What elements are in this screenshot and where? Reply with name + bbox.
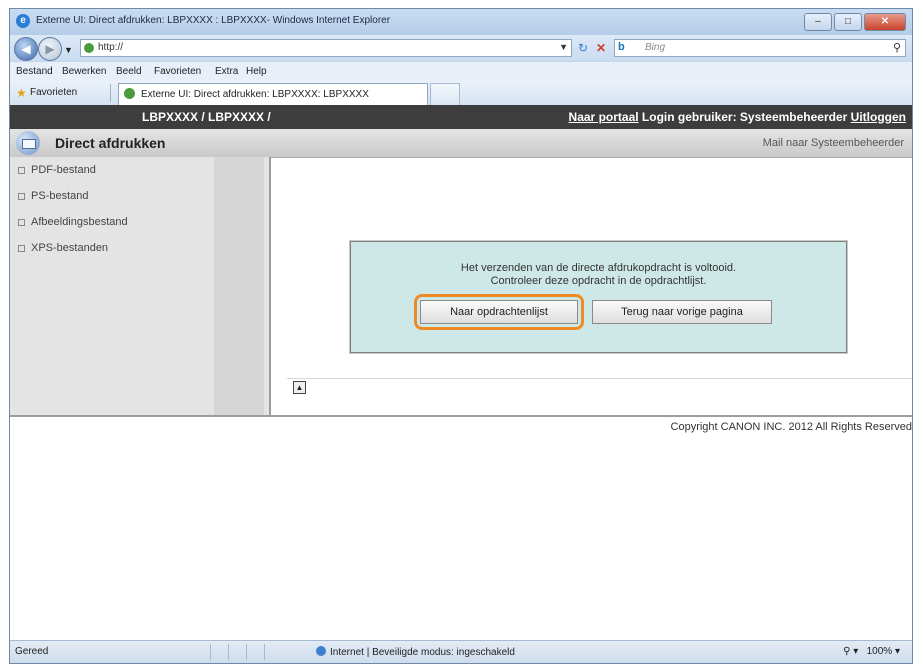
- page-content: LBPXXXX / LBPXXXX / Naar portaal Login g…: [10, 105, 912, 643]
- minimize-button[interactable]: –: [804, 13, 832, 31]
- section-header: Direct afdrukken Mail naar Systeembeheer…: [10, 129, 912, 158]
- tab-page-icon: [124, 88, 135, 99]
- direct-print-icon: [16, 131, 40, 155]
- sidebar-item-pdf[interactable]: PDF-bestand: [18, 164, 96, 176]
- zoom-control[interactable]: ⚲ ▾ 100% ▾: [843, 646, 900, 657]
- menu-help[interactable]: Help: [246, 66, 267, 77]
- bullet-icon: [18, 166, 25, 174]
- login-info: Login gebruiker: Systeembeheerder: [641, 110, 848, 124]
- zoom-level: 100%: [866, 646, 893, 657]
- header-right: Naar portaal Login gebruiker: Systeembeh…: [569, 110, 906, 124]
- status-text: Gereed: [15, 646, 49, 657]
- search-box[interactable]: b Bing ⚲: [614, 39, 906, 57]
- toolbar-divider: [110, 84, 111, 102]
- security-zone[interactable]: Internet | Beveiligde modus: ingeschakel…: [316, 646, 515, 658]
- menu-bewerken[interactable]: Bewerken: [62, 66, 106, 77]
- browser-window: e Externe UI: Direct afdrukken: LBPXXXX …: [9, 8, 913, 664]
- window-controls: – □ ✕: [804, 13, 906, 31]
- page-title: Direct afdrukken: [55, 135, 166, 151]
- sidebar-item-xps[interactable]: XPS-bestanden: [18, 242, 108, 254]
- address-text: http://: [98, 42, 124, 53]
- title-bar: e Externe UI: Direct afdrukken: LBPXXXX …: [10, 9, 912, 35]
- bullet-icon: [18, 244, 25, 252]
- search-icon[interactable]: ⚲: [893, 41, 901, 54]
- favorites-star-icon[interactable]: ★: [16, 86, 27, 100]
- bing-logo-icon: b: [618, 41, 625, 53]
- layout-divider: [10, 415, 912, 417]
- completion-dialog: Het verzenden van de directe afdrukopdra…: [349, 240, 848, 354]
- browser-tab-active[interactable]: Externe UI: Direct afdrukken: LBPXXXX: L…: [118, 83, 428, 105]
- mail-admin-link[interactable]: Mail naar Systeembeheerder: [763, 137, 904, 149]
- bullet-icon: [18, 218, 25, 226]
- menu-extra[interactable]: Extra: [215, 66, 238, 77]
- address-dropdown-icon[interactable]: ▼: [559, 42, 568, 52]
- menu-bar: Bestand Bewerken Beeld Favorieten Extra …: [10, 61, 912, 83]
- page-icon: [84, 43, 94, 53]
- sidebar-item-label: XPS-bestanden: [31, 242, 109, 254]
- message-line-1: Het verzenden van de directe afdrukopdra…: [460, 262, 737, 274]
- stop-icon[interactable]: ✕: [596, 41, 606, 55]
- history-dropdown-icon[interactable]: ▼: [64, 43, 73, 57]
- device-name: LBPXXXX / LBPXXXX /: [142, 110, 271, 124]
- status-panes: [210, 644, 300, 660]
- portal-link[interactable]: Naar portaal: [569, 110, 639, 124]
- bullet-icon: [18, 192, 25, 200]
- new-tab-button[interactable]: [430, 83, 460, 105]
- top-navigation: LBPXXXX / LBPXXXX / Naar portaal Login g…: [10, 105, 912, 129]
- menu-bestand[interactable]: Bestand: [16, 66, 53, 77]
- zone-text: Internet | Beveiligde modus: ingeschakel…: [330, 647, 515, 658]
- sidebar-stripe: [214, 157, 264, 415]
- close-button[interactable]: ✕: [864, 13, 906, 31]
- scroll-top-icon[interactable]: ▲: [293, 381, 306, 394]
- address-bar[interactable]: http:// ▼: [80, 39, 572, 57]
- search-placeholder: Bing: [645, 42, 666, 53]
- sidebar-item-ps[interactable]: PS-bestand: [18, 190, 88, 202]
- sidebar-item-image[interactable]: Afbeeldingsbestand: [18, 216, 128, 228]
- content-divider: [287, 378, 912, 379]
- maximize-button[interactable]: □: [834, 13, 862, 31]
- refresh-icon[interactable]: ↻: [578, 41, 588, 55]
- status-bar: Gereed Internet | Beveiligde modus: inge…: [10, 640, 912, 663]
- favorites-button[interactable]: Favorieten: [30, 87, 77, 98]
- menu-favorieten[interactable]: Favorieten: [154, 66, 201, 77]
- sidebar: PDF-bestand PS-bestand Afbeeldingsbestan…: [10, 157, 271, 415]
- address-row: ◀ ▶ ▼ http:// ▼ ↻ ✕ b Bing ⚲: [10, 35, 912, 61]
- window-title: Externe UI: Direct afdrukken: LBPXXXX : …: [36, 15, 391, 26]
- back-to-previous-button[interactable]: Terug naar vorige pagina: [592, 300, 772, 324]
- tab-title: Externe UI: Direct afdrukken: LBPXXXX: L…: [141, 89, 369, 100]
- internet-globe-icon: [316, 646, 326, 656]
- copyright: Copyright CANON INC. 2012 All Rights Res…: [670, 421, 912, 433]
- back-button[interactable]: ◀: [14, 37, 38, 61]
- message-line-2: Controleer deze opdracht in de opdrachtl…: [490, 275, 707, 287]
- completion-message: Het verzenden van de directe afdrukopdra…: [351, 262, 846, 288]
- logout-link[interactable]: Uitloggen: [851, 110, 906, 124]
- menu-beeld[interactable]: Beeld: [116, 66, 142, 77]
- job-list-button[interactable]: Naar opdrachtenlijst: [420, 300, 578, 324]
- sidebar-item-label: PDF-bestand: [31, 164, 96, 176]
- favorites-bar: ★ Favorieten Externe UI: Direct afdrukke…: [10, 81, 912, 105]
- ie-logo-icon: e: [16, 14, 30, 28]
- sidebar-item-label: PS-bestand: [31, 190, 89, 202]
- sidebar-item-label: Afbeeldingsbestand: [31, 216, 128, 228]
- forward-button[interactable]: ▶: [38, 37, 62, 61]
